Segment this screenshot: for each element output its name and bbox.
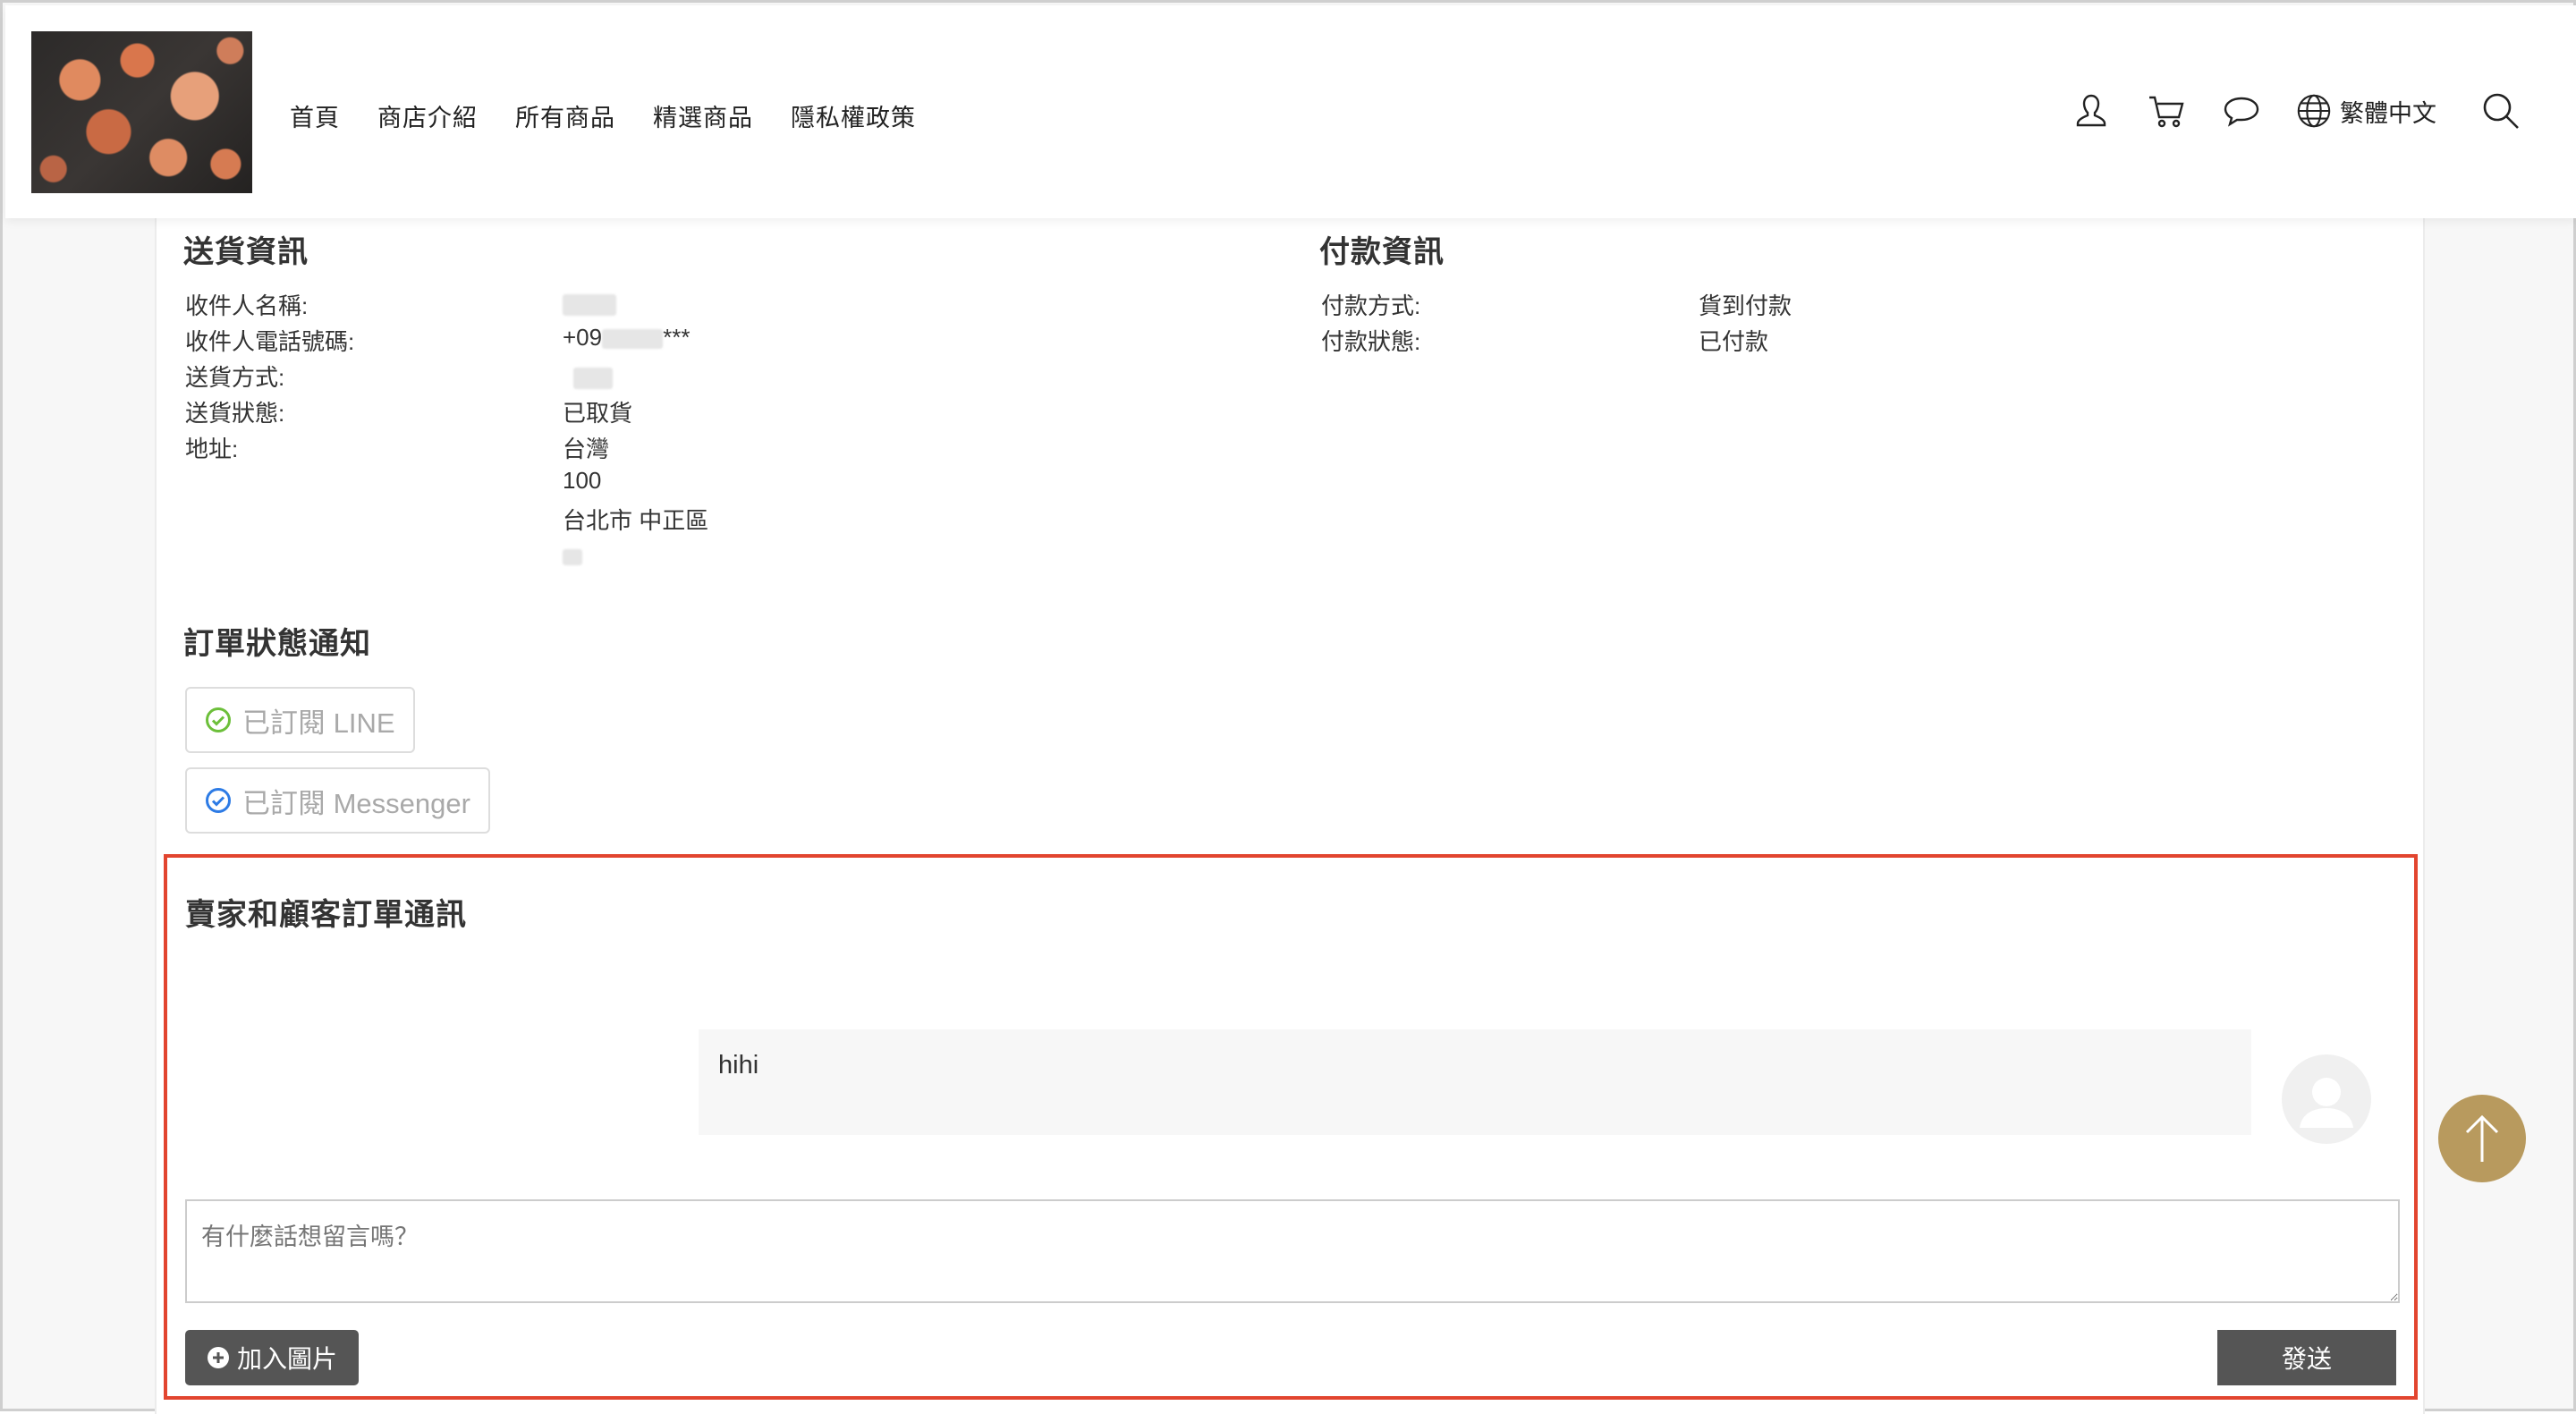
header-icons: 繁體中文 (2038, 89, 2522, 132)
add-image-button[interactable]: 加入圖片 (185, 1330, 360, 1385)
chat-message: hihi (699, 1029, 2251, 1135)
payment-method-label: 付款方式: (1321, 292, 1421, 319)
shipping-title: 送貨資訊 (183, 235, 309, 269)
address-country: 台灣 (563, 436, 610, 462)
user-icon[interactable] (2070, 89, 2113, 132)
nav-all-products[interactable]: 所有商品 (515, 98, 615, 133)
recipient-phone-label: 收件人電話號碼: (185, 328, 355, 355)
plus-circle-icon (208, 1347, 229, 1368)
globe-icon (2297, 94, 2331, 128)
store-logo[interactable] (31, 31, 252, 193)
messenger-subscribed-label: 已訂閱 Messenger (242, 787, 470, 819)
chat-title: 賣家和顧客訂單通訊 (185, 898, 467, 932)
payment-title: 付款資訊 (1319, 235, 1445, 269)
nav-privacy[interactable]: 隱私權政策 (791, 98, 916, 133)
shipping-status-label: 送貨狀態: (185, 400, 285, 427)
payment-method-value: 貨到付款 (1699, 292, 1792, 319)
main-nav: 首頁 商店介紹 所有商品 精選商品 隱私權政策 (290, 98, 916, 133)
message-input[interactable] (185, 1199, 2400, 1303)
messenger-subscribed-button[interactable]: 已訂閱 Messenger (185, 767, 490, 834)
search-icon[interactable] (2479, 89, 2522, 132)
check-circle-icon (206, 788, 231, 813)
recipient-phone-value: +09 *** (563, 324, 691, 351)
check-circle-icon (206, 707, 231, 732)
language-selector[interactable]: 繁體中文 (2295, 92, 2436, 130)
address-label: 地址: (185, 436, 239, 462)
payment-status-value: 已付款 (1699, 328, 1769, 355)
language-label: 繁體中文 (2340, 99, 2436, 127)
avatar (2282, 1054, 2371, 1144)
page-frame: 首頁 商店介紹 所有商品 精選商品 隱私權政策 繁體中文 送貨資訊 收件人名稱:… (0, 0, 2576, 1414)
shipping-method-label: 送貨方式: (185, 364, 285, 391)
arrow-up-icon (2465, 1114, 2499, 1162)
notification-title: 訂單狀態通知 (183, 627, 371, 661)
payment-status-label: 付款狀態: (1321, 328, 1421, 355)
line-subscribed-label: 已訂閱 LINE (242, 707, 395, 739)
nav-home[interactable]: 首頁 (290, 98, 340, 133)
scroll-to-top-button[interactable] (2438, 1095, 2526, 1182)
site-header: 首頁 商店介紹 所有商品 精選商品 隱私權政策 繁體中文 (5, 5, 2576, 218)
recipient-name-label: 收件人名稱: (185, 292, 309, 319)
send-button[interactable]: 發送 (2217, 1330, 2396, 1385)
line-subscribed-button[interactable]: 已訂閱 LINE (185, 687, 415, 753)
order-chat-section: 賣家和顧客訂單通訊 hihi 加入圖片 發送 (164, 854, 2418, 1400)
add-image-label: 加入圖片 (237, 1345, 338, 1373)
chat-bubble-icon[interactable] (2220, 89, 2263, 132)
shipping-status-value: 已取貨 (563, 400, 633, 427)
shipping-method-value (573, 363, 613, 391)
address-street (563, 542, 582, 570)
nav-featured[interactable]: 精選商品 (653, 98, 753, 133)
address-zip: 100 (563, 467, 602, 494)
address-city: 台北市 中正區 (563, 507, 709, 534)
recipient-name-value (563, 290, 616, 318)
nav-about[interactable]: 商店介紹 (377, 98, 478, 133)
cart-icon[interactable] (2145, 89, 2188, 132)
